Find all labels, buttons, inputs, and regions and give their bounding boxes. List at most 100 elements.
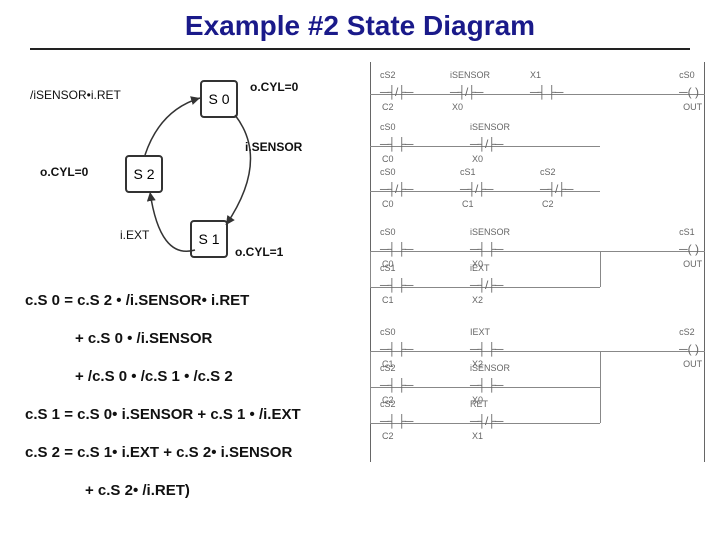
coil-icon: ─( ) <box>679 342 699 356</box>
contact-label: cS0 <box>380 122 396 132</box>
contact-label: RET <box>470 399 488 409</box>
ladder-contact: cS0─┤/├─C0 <box>380 177 412 191</box>
contact-nc-icon: ─┤/├─ <box>450 85 482 99</box>
state-s0-label: S 0 <box>208 91 229 107</box>
contact-sublabel: X0 <box>452 102 463 112</box>
ladder-contact: cS1─┤ ├─C1 <box>380 273 412 287</box>
state-s0: S 0 <box>200 80 238 118</box>
ladder-contact: cS0─┤ ├─C1 <box>380 337 412 351</box>
ladder-contact: cS2─┤/├─C2 <box>540 177 572 191</box>
contact-nc-icon: ─┤/├─ <box>470 414 502 428</box>
ladder-coil: cS0─( )OUT <box>679 80 699 94</box>
equation-2: + c.S 0 • /i.SENSOR <box>75 330 212 347</box>
contact-label: cS2 <box>380 363 396 373</box>
ladder-contact: cS2─┤ ├─C2 <box>380 409 412 423</box>
ladder-vwire <box>370 251 371 287</box>
slide: Example #2 State Diagram S 0 S 2 S 1 /iS… <box>0 0 720 540</box>
contact-label: cS1 <box>460 167 476 177</box>
equation-5: c.S 2 = c.S 1• i.EXT + c.S 2• i.SENSOR <box>25 444 292 461</box>
ladder-vwire <box>600 251 601 287</box>
ladder-contact: cS2─┤ ├─C2 <box>380 373 412 387</box>
coil-label: cS1 <box>679 227 695 237</box>
contact-sublabel: C2 <box>382 102 394 112</box>
contact-sublabel: C0 <box>382 199 394 209</box>
coil-icon: ─( ) <box>679 242 699 256</box>
coil-label: cS0 <box>679 70 695 80</box>
contact-no-icon: ─┤ ├─ <box>380 378 412 392</box>
coil-sublabel: OUT <box>683 102 702 112</box>
contact-label: iSENSOR <box>470 122 510 132</box>
ladder-contact: X1─┤ ├─ <box>530 80 562 94</box>
state-s1: S 1 <box>190 220 228 258</box>
ladder-contact: cS2─┤/├─C2 <box>380 80 412 94</box>
coil-sublabel: OUT <box>683 359 702 369</box>
contact-label: cS0 <box>380 327 396 337</box>
contact-nc-icon: ─┤/├─ <box>460 182 492 196</box>
contact-label: cS0 <box>380 227 396 237</box>
contact-no-icon: ─┤ ├─ <box>380 342 412 356</box>
contact-nc-icon: ─┤/├─ <box>470 137 502 151</box>
contact-sublabel: X1 <box>472 431 483 441</box>
contact-no-icon: ─┤ ├─ <box>470 378 502 392</box>
contact-no-icon: ─┤ ├─ <box>380 414 412 428</box>
state-s2: S 2 <box>125 155 163 193</box>
slide-title: Example #2 State Diagram <box>0 10 720 42</box>
label-s2-s0: /iSENSOR•i.RET <box>30 88 121 102</box>
contact-sublabel: C1 <box>382 295 394 305</box>
contact-label: cS1 <box>380 263 396 273</box>
ladder-contact: IEXT─┤ ├─X2 <box>470 337 502 351</box>
contact-nc-icon: ─┤/├─ <box>380 85 412 99</box>
ladder-contact: iSENSOR─┤ ├─X0 <box>470 373 502 387</box>
contact-sublabel: X2 <box>472 295 483 305</box>
contact-label: iSENSOR <box>450 70 490 80</box>
ladder-coil: cS1─( )OUT <box>679 237 699 251</box>
contact-label: cS2 <box>380 399 396 409</box>
contact-sublabel: C1 <box>462 199 474 209</box>
contact-no-icon: ─┤ ├─ <box>380 242 412 256</box>
label-s1-s2: i.EXT <box>120 228 149 242</box>
contact-label: iSENSOR <box>470 227 510 237</box>
contact-no-icon: ─┤ ├─ <box>470 342 502 356</box>
contact-nc-icon: ─┤/├─ <box>470 278 502 292</box>
contact-no-icon: ─┤ ├─ <box>530 85 562 99</box>
ladder-contact: cS0─┤ ├─C0 <box>380 132 412 146</box>
ladder-coil: cS2─( )OUT <box>679 337 699 351</box>
state-s1-label: S 1 <box>198 231 219 247</box>
ladder-wire <box>370 251 705 252</box>
title-rule <box>30 48 690 50</box>
ladder-vwire <box>600 351 601 423</box>
contact-label: iEXT <box>470 263 490 273</box>
contact-nc-icon: ─┤/├─ <box>380 182 412 196</box>
ladder-contact: RET─┤/├─X1 <box>470 409 502 423</box>
ladder-contact: iEXT─┤/├─X2 <box>470 273 502 287</box>
ladder-contact: iSENSOR─┤/├─X0 <box>470 132 502 146</box>
ladder-wire <box>370 351 705 352</box>
contact-label: cS2 <box>380 70 396 80</box>
contact-no-icon: ─┤ ├─ <box>380 137 412 151</box>
contact-label: IEXT <box>470 327 490 337</box>
ladder-diagram: cS2─┤/├─C2iSENSOR─┤/├─X0X1─┤ ├─cS0─( )OU… <box>370 62 705 462</box>
coil-sublabel: OUT <box>683 259 702 269</box>
contact-nc-icon: ─┤/├─ <box>540 182 572 196</box>
label-s1-out: o.CYL=1 <box>235 245 283 259</box>
ladder-rail-right <box>704 62 705 462</box>
ladder-contact: iSENSOR─┤/├─X0 <box>450 80 482 94</box>
ladder-vwire <box>370 351 371 423</box>
label-s0-s1: i.SENSOR <box>245 140 302 154</box>
coil-label: cS2 <box>679 327 695 337</box>
contact-label: cS2 <box>540 167 556 177</box>
ladder-contact: cS0─┤ ├─C0 <box>380 237 412 251</box>
contact-label: iSENSOR <box>470 363 510 373</box>
contact-sublabel: C2 <box>382 431 394 441</box>
contact-label: X1 <box>530 70 541 80</box>
contact-label: cS0 <box>380 167 396 177</box>
equation-3: + /c.S 0 • /c.S 1 • /c.S 2 <box>75 368 233 385</box>
state-diagram: S 0 S 2 S 1 /iSENSOR•i.RET o.CYL=0 i.SEN… <box>10 60 350 260</box>
label-s2-out: o.CYL=0 <box>40 165 88 179</box>
contact-sublabel: C0 <box>382 154 394 164</box>
contact-sublabel: C2 <box>542 199 554 209</box>
contact-no-icon: ─┤ ├─ <box>380 278 412 292</box>
equation-1: c.S 0 = c.S 2 • /i.SENSOR• i.RET <box>25 292 249 309</box>
coil-icon: ─( ) <box>679 85 699 99</box>
contact-sublabel: X0 <box>472 154 483 164</box>
